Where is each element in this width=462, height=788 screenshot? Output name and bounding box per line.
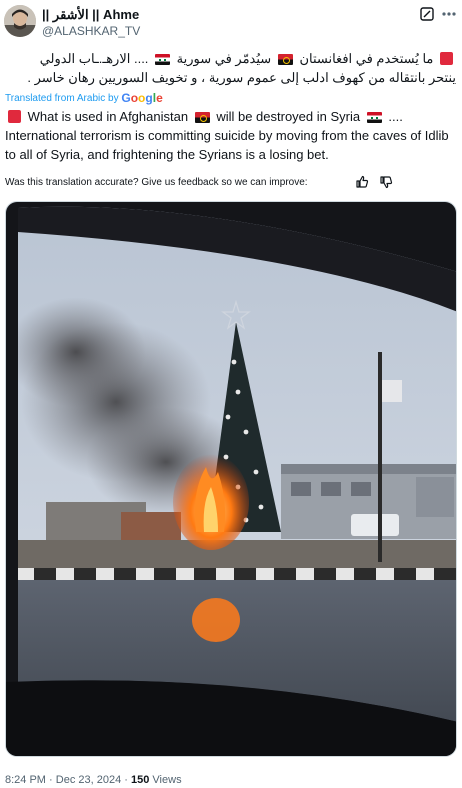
curb-stripes <box>6 568 456 580</box>
tweet-english-part2: will be destroyed in Syria <box>216 109 361 124</box>
tweet-header: || الأشقر || Ahme @ALASHKAR_TV <box>0 0 462 46</box>
red-square-icon <box>440 52 453 65</box>
tweet-timestamp-row: 8:24 PM · Dec 23, 2024 · 150 Views <box>5 773 182 787</box>
tweet-arabic-part2: سيُدمّر في سورية <box>176 51 272 66</box>
views-count: 150 <box>131 774 150 786</box>
author-handle[interactable]: @ALASHKAR_TV <box>42 24 140 38</box>
syria-flag-icon <box>155 54 171 65</box>
grok-icon[interactable] <box>420 7 434 21</box>
tweet-arabic-part1: ما يُستخدم في افغانستان <box>299 51 434 66</box>
translated-label-text: Translated from Arabic by <box>5 93 119 104</box>
tweet-date[interactable]: Dec 23, 2024 <box>56 774 121 786</box>
thumbs-down-icon[interactable] <box>379 175 393 189</box>
syria-flag-icon <box>366 112 382 123</box>
red-square-icon <box>8 110 21 123</box>
footer-separator: · <box>49 774 53 786</box>
avatar[interactable] <box>4 5 36 37</box>
translation-feedback-prompt: Was this translation accurate? Give us f… <box>5 177 308 188</box>
google-logo: Google <box>121 91 163 105</box>
author-display-name[interactable]: || الأشقر || Ahme <box>42 7 139 23</box>
tweet-media-photo[interactable] <box>5 201 457 757</box>
translated-from-label[interactable]: Translated from Arabic by Google <box>5 91 163 106</box>
angola-flag-icon <box>194 112 210 123</box>
photo-burning-christmas-tree <box>6 202 456 756</box>
tweet-english-part1: What is used in Afghanistan <box>27 109 189 124</box>
thumbs-up-icon[interactable] <box>355 175 369 189</box>
views-label: Views <box>152 774 182 786</box>
footer-separator: · <box>124 774 128 786</box>
tweet-english-part3: .... <box>388 109 403 124</box>
tweet-english-part4: International terrorism is committing su… <box>5 128 449 162</box>
tweet-text-translation: What is used in Afghanistan will be dest… <box>5 107 457 164</box>
angola-flag-icon <box>277 54 293 65</box>
avatar-image <box>4 5 36 37</box>
tweet-time[interactable]: 8:24 PM <box>5 774 46 786</box>
tweet-text-original: ما يُستخدم في افغانستان سيُدمّر في سورية… <box>16 49 456 87</box>
more-icon[interactable] <box>440 6 458 22</box>
